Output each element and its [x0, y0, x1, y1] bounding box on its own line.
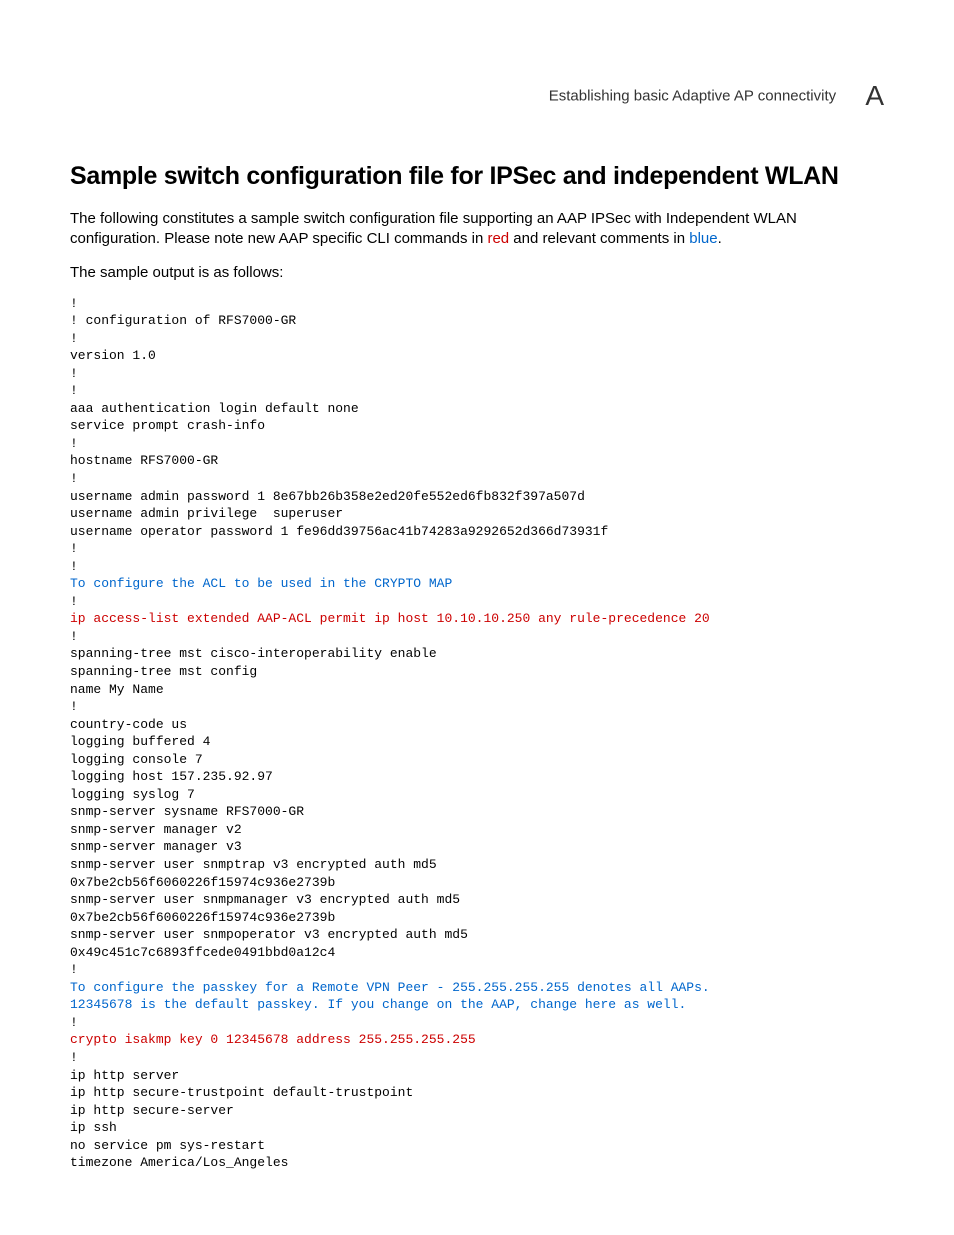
page-header: Establishing basic Adaptive AP connectiv…	[70, 80, 884, 112]
code-sample: ! ! configuration of RFS7000-GR ! versio…	[70, 295, 884, 1172]
code-block-2: !	[70, 594, 78, 609]
code-red-2: crypto isakmp key 0 12345678 address 255…	[70, 1032, 476, 1047]
lead-text: The sample output is as follows:	[70, 264, 884, 281]
intro-mid: and relevant comments in	[509, 230, 689, 247]
code-block-3: ! spanning-tree mst cisco-interoperabili…	[70, 629, 468, 977]
code-comment-1: To configure the ACL to be used in the C…	[70, 576, 452, 591]
breadcrumb: Establishing basic Adaptive AP connectiv…	[549, 88, 836, 105]
intro-red-word: red	[487, 230, 509, 247]
intro-post: .	[718, 230, 722, 247]
appendix-label: A	[865, 80, 884, 112]
code-red-1: ip access-list extended AAP-ACL permit i…	[70, 611, 710, 626]
section-title: Sample switch configuration file for IPS…	[70, 162, 884, 191]
code-block-1: ! ! configuration of RFS7000-GR ! versio…	[70, 296, 608, 574]
code-block-5: ! ip http server ip http secure-trustpoi…	[70, 1050, 413, 1170]
code-comment-2: To configure the passkey for a Remote VP…	[70, 980, 710, 1013]
intro-paragraph: The following constitutes a sample switc…	[70, 209, 884, 250]
code-block-4: !	[70, 1015, 78, 1030]
intro-blue-word: blue	[689, 230, 717, 247]
document-page: Establishing basic Adaptive AP connectiv…	[0, 0, 954, 1235]
